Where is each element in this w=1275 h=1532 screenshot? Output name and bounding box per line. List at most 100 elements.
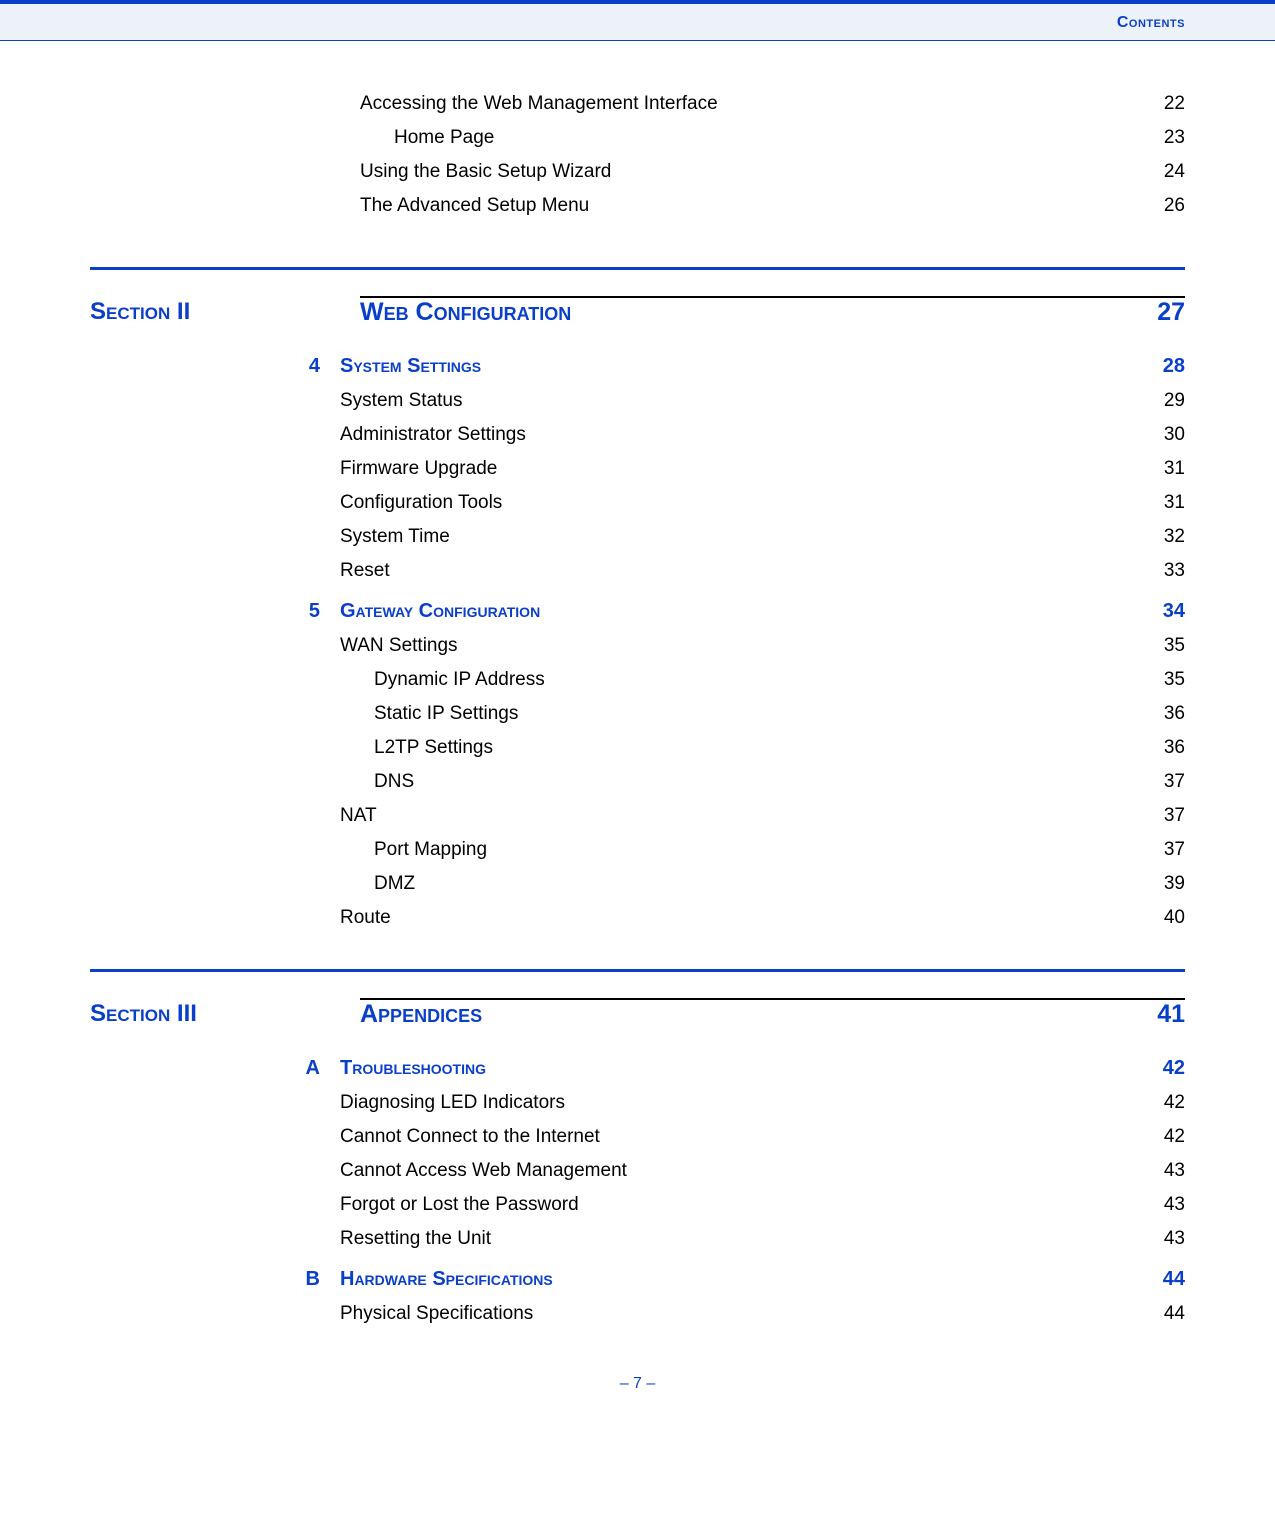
toc-entry-title: Diagnosing LED Indicators xyxy=(340,1092,565,1114)
section-title-wrap[interactable]: Web Configuration 27 xyxy=(360,298,1185,327)
toc-entry-title: System Time xyxy=(340,526,450,548)
section-head: Section IIWeb Configuration 27 xyxy=(90,298,1185,327)
chapter-page: 44 xyxy=(1163,1268,1185,1291)
toc-entry-page: 42 xyxy=(1164,1092,1185,1114)
chapter-row[interactable]: 5Gateway Configuration34 xyxy=(90,600,1185,623)
toc-entry[interactable]: WAN Settings 35 xyxy=(340,635,1185,657)
toc-entry[interactable]: Accessing the Web Management Interface 22 xyxy=(360,93,1185,115)
pre-items: Accessing the Web Management Interface 22… xyxy=(360,93,1185,217)
toc-entry-page: 43 xyxy=(1164,1228,1185,1250)
section-block: Section IIWeb Configuration 27 4System Set… xyxy=(90,267,1185,929)
page-footer: – 7 – xyxy=(90,1375,1185,1393)
chapter-row[interactable]: 4System Settings 28 xyxy=(90,355,1185,378)
chapter-title-wrap: Troubleshooting 42 xyxy=(340,1057,1185,1080)
toc-entry[interactable]: Forgot or Lost the Password 43 xyxy=(340,1194,1185,1216)
toc-entry[interactable]: Dynamic IP Address35 xyxy=(340,669,1185,691)
toc-entry-page: 43 xyxy=(1164,1194,1185,1216)
toc-entry[interactable]: Cannot Connect to the Internet 42 xyxy=(340,1126,1185,1148)
toc-entry[interactable]: DNS 37 xyxy=(340,771,1185,793)
toc-entry-title: System Status xyxy=(340,390,463,412)
toc-entry-page: 31 xyxy=(1164,492,1185,514)
toc-entry[interactable]: Resetting the Unit43 xyxy=(340,1228,1185,1250)
toc-entry[interactable]: DMZ 39 xyxy=(340,873,1185,895)
section-page: 27 xyxy=(1157,298,1185,327)
toc-entry-page: 26 xyxy=(1164,195,1185,217)
toc-entry-title: Accessing the Web Management Interface xyxy=(360,93,718,115)
toc-entry-title: Forgot or Lost the Password xyxy=(340,1194,579,1216)
toc-entry-title: WAN Settings xyxy=(340,635,458,657)
toc-entry[interactable]: Route 40 xyxy=(340,907,1185,929)
chapter-page: 28 xyxy=(1163,355,1185,378)
toc-entry[interactable]: System Status 29 xyxy=(340,390,1185,412)
toc-entry-page: 43 xyxy=(1164,1160,1185,1182)
chapter-items: Diagnosing LED Indicators42Cannot Connec… xyxy=(340,1092,1185,1250)
chapter-page: 42 xyxy=(1163,1057,1185,1080)
section-label: Section II xyxy=(90,298,360,327)
chapter-number: A xyxy=(90,1057,340,1080)
toc-entry-title: Route xyxy=(340,907,391,929)
section-title: Web Configuration xyxy=(360,298,571,327)
toc-entry-page: 37 xyxy=(1164,805,1185,827)
toc-entry[interactable]: Physical Specifications 44 xyxy=(340,1303,1185,1325)
toc-entry[interactable]: NAT 37 xyxy=(340,805,1185,827)
chapter-number: 4 xyxy=(90,355,340,378)
toc-entry[interactable]: Reset 33 xyxy=(340,560,1185,582)
chapter-row[interactable]: ATroubleshooting 42 xyxy=(90,1057,1185,1080)
toc-entry[interactable]: Administrator Settings 30 xyxy=(340,424,1185,446)
chapter-row[interactable]: BHardware Specifications44 xyxy=(90,1268,1185,1291)
toc-entry-page: 44 xyxy=(1164,1303,1185,1325)
toc-entry[interactable]: Using the Basic Setup Wizard24 xyxy=(360,161,1185,183)
toc-entry-title: Configuration Tools xyxy=(340,492,502,514)
toc-entry-title: Cannot Connect to the Internet xyxy=(340,1126,600,1148)
toc-entry-page: 42 xyxy=(1164,1126,1185,1148)
toc-entry-page: 36 xyxy=(1164,703,1185,725)
page-body: Accessing the Web Management Interface 22… xyxy=(0,41,1275,1413)
section-title: Appendices xyxy=(360,1000,482,1029)
toc-entry-title: DMZ xyxy=(374,873,415,895)
toc-entry-page: 37 xyxy=(1164,771,1185,793)
toc-entry-page: 35 xyxy=(1164,635,1185,657)
toc-entry-title: Reset xyxy=(340,560,390,582)
chapter-title: System Settings xyxy=(340,355,481,378)
chapter-items: Physical Specifications 44 xyxy=(340,1303,1185,1325)
toc-entry-page: 39 xyxy=(1164,873,1185,895)
toc-entry-page: 33 xyxy=(1164,560,1185,582)
toc-entry[interactable]: Home Page23 xyxy=(360,127,1185,149)
chapter-title: Hardware Specifications xyxy=(340,1268,553,1291)
toc-entry-page: 36 xyxy=(1164,737,1185,759)
toc-entry-title: Firmware Upgrade xyxy=(340,458,497,480)
toc-entry[interactable]: The Advanced Setup Menu26 xyxy=(360,195,1185,217)
toc-entry-title: L2TP Settings xyxy=(374,737,493,759)
chapter-number: 5 xyxy=(90,600,340,623)
toc-entry[interactable]: Diagnosing LED Indicators 42 xyxy=(340,1092,1185,1114)
section-label: Section III xyxy=(90,1000,360,1029)
chapter-title: Troubleshooting xyxy=(340,1057,486,1080)
toc-entry-page: 31 xyxy=(1164,458,1185,480)
toc-entry[interactable]: System Time32 xyxy=(340,526,1185,548)
toc-entry-title: Static IP Settings xyxy=(374,703,518,725)
toc-entry-title: Cannot Access Web Management xyxy=(340,1160,627,1182)
chapter-title: Gateway Configuration xyxy=(340,600,540,623)
toc-entry-title: Administrator Settings xyxy=(340,424,526,446)
section-title-wrap[interactable]: Appendices 41 xyxy=(360,1000,1185,1029)
section-block: Section IIIAppendices 41 ATroubleshooting 4… xyxy=(90,969,1185,1325)
toc-entry-title: Home Page xyxy=(394,127,494,149)
toc-entry-title: NAT xyxy=(340,805,377,827)
toc-entry[interactable]: Static IP Settings 36 xyxy=(340,703,1185,725)
toc-entry-page: 30 xyxy=(1164,424,1185,446)
toc-entry-page: 40 xyxy=(1164,907,1185,929)
toc-entry-page: 24 xyxy=(1164,161,1185,183)
toc-entry[interactable]: Cannot Access Web Management 43 xyxy=(340,1160,1185,1182)
chapter-items: System Status 29 Administrator Settings 30 F… xyxy=(340,390,1185,582)
toc-entry-page: 35 xyxy=(1164,669,1185,691)
header-band: Contents xyxy=(0,0,1275,41)
toc-entry[interactable]: Firmware Upgrade 31 xyxy=(340,458,1185,480)
toc-entry[interactable]: L2TP Settings 36 xyxy=(340,737,1185,759)
toc-entry-page: 29 xyxy=(1164,390,1185,412)
toc-entry-title: Physical Specifications xyxy=(340,1303,533,1325)
toc-entry[interactable]: Port Mapping37 xyxy=(340,839,1185,861)
toc-entry-page: 22 xyxy=(1164,93,1185,115)
toc-entry[interactable]: Configuration Tools 31 xyxy=(340,492,1185,514)
section-page: 41 xyxy=(1157,1000,1185,1029)
toc-entry-title: DNS xyxy=(374,771,414,793)
